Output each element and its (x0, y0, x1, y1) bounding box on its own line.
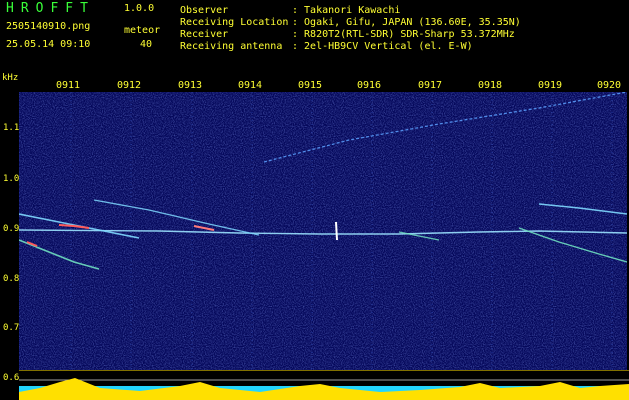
time-tick: 0917 (418, 80, 443, 91)
time-tick: 0913 (178, 80, 203, 91)
info-observer-value: : Takanori Kawachi (292, 5, 401, 16)
info-observer-label: Observer (180, 5, 229, 16)
hrofft-window: HROFFT 1.0.0 2505140910.png meteor 25.05… (0, 0, 629, 400)
level-strip (0, 369, 629, 400)
freq-tick: 0.7 (3, 323, 20, 333)
time-tick: 0920 (597, 80, 622, 91)
meteor-label: meteor (124, 25, 161, 36)
app-version: 1.0.0 (124, 3, 155, 14)
time-tick: 0919 (538, 80, 563, 91)
time-tick: 0916 (357, 80, 382, 91)
info-location-label: Receiving Location (180, 17, 289, 28)
info-location-value: : Ogaki, Gifu, JAPAN (136.60E, 35.35N) (292, 17, 521, 28)
axis-unit-label: kHz (2, 73, 19, 83)
time-tick: 0912 (117, 80, 142, 91)
info-receiver-label: Receiver (180, 29, 229, 40)
spectrogram (19, 92, 627, 370)
time-tick: 0915 (298, 80, 323, 91)
meteor-count: 40 (140, 39, 153, 50)
freq-tick: 0.9 (3, 224, 20, 234)
date-time: 25.05.14 09:10 (6, 39, 91, 50)
file-name: 2505140910.png (6, 21, 91, 32)
info-antenna-label: Receiving antenna (180, 41, 283, 52)
freq-tick: 1.1 (3, 123, 20, 133)
time-tick: 0914 (238, 80, 263, 91)
level-fill (19, 378, 629, 400)
info-receiver-value: : R820T2(RTL-SDR) SDR-Sharp 53.372MHz (292, 29, 515, 40)
freq-tick: 0.8 (3, 274, 20, 284)
meteor-echo (335, 221, 338, 241)
time-tick: 0918 (478, 80, 503, 91)
freq-tick: 1.0 (3, 174, 20, 184)
time-tick: 0911 (56, 80, 81, 91)
info-antenna-value: : 2el-HB9CV Vertical (el. E-W) (292, 41, 473, 52)
app-logo: HROFFT (6, 1, 95, 16)
